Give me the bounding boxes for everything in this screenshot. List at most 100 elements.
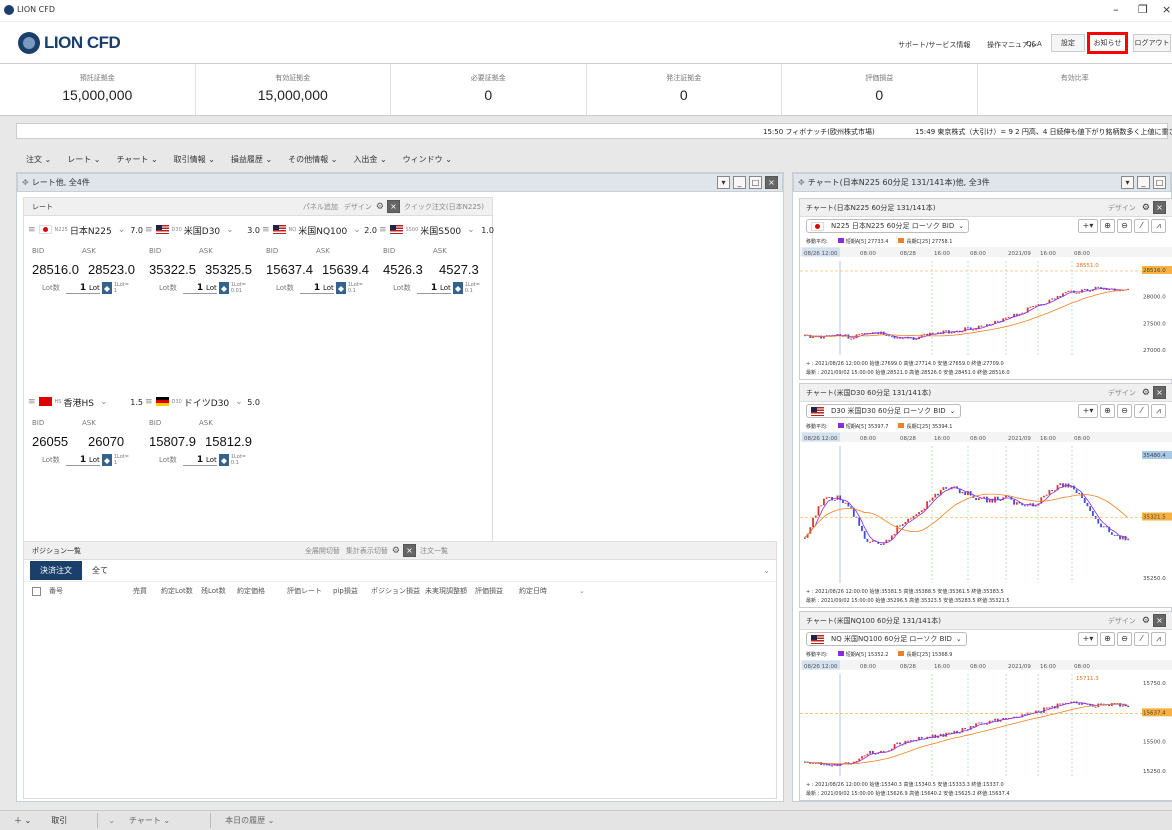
draw-line-icon[interactable]: ⁄ [1134,632,1149,646]
lot-stepper[interactable] [452,282,463,294]
chevron-down-icon[interactable]: ⌄ [226,225,234,235]
gear-icon[interactable]: ⚙ [1142,203,1150,213]
panel-close-icon[interactable]: × [765,176,778,189]
column-header[interactable]: 残Lot数 [201,586,237,596]
menu-item-trade-info[interactable]: 取引情報 ⌄ [174,154,215,165]
chevron-down-icon[interactable]: ⌄ [353,225,361,235]
column-header[interactable]: ポジション損益 [371,586,425,596]
tab-today-history[interactable]: 本日の履歴 ⌄ [221,813,314,828]
qa-link[interactable]: Q&A [1026,40,1042,48]
notice-button[interactable]: お知らせ [1087,32,1128,54]
crosshair-icon[interactable]: +▾ [1078,404,1098,418]
design-link[interactable]: デザイン [1108,616,1136,626]
panel-minimize-icon[interactable]: _ [733,176,746,189]
column-header[interactable]: 約定日時 [519,586,579,596]
close-icon[interactable]: × [386,200,400,213]
bid-price[interactable]: 15807.9 [149,434,196,449]
menu-icon[interactable]: ≡ [262,225,270,235]
close-icon[interactable]: × [1153,201,1166,214]
close-icon[interactable]: × [1153,614,1166,627]
column-header[interactable]: 約定価格 [237,586,287,596]
ask-price[interactable]: 15639.4 [322,262,369,277]
select-all-checkbox[interactable] [32,586,41,596]
news-item[interactable]: 15:49 東京株式（大引け）= 9 2 円高、4 日続伸も値下がり銘柄数多く上… [915,127,1172,137]
crosshair-icon[interactable]: +▾ [1078,632,1098,646]
menu-icon[interactable]: ≡ [28,397,36,407]
add-tab-icon[interactable]: ＋ ⌄ [14,815,31,826]
column-header[interactable]: 評価レート [287,586,333,596]
chart-symbol-select[interactable]: N225 日本N225 60分足 ローソク BID ⌄ [806,219,970,233]
panel-menu-icon[interactable]: ▾ [717,176,730,189]
price-chart[interactable]: 08/26 12:00 08:00 08/28 16:00 08:00 2021/09 16… [800,660,1172,780]
close-icon[interactable]: × [1153,386,1166,399]
rate-tile-hs[interactable]: ≡ HS 香港HS ⌄ 1.5 BID ASK 26055 26070 Lot数 1 Lot 1Lot… [28,394,143,494]
zoom-in-icon[interactable]: ⊕ [1100,404,1115,418]
chart-symbol-select[interactable]: NQ 米国NQ100 60分足 ローソク BID ⌄ [806,632,967,646]
restore-icon[interactable]: ❐ [1138,3,1148,16]
column-header[interactable]: 売買 [133,586,161,596]
gear-icon[interactable]: ⚙ [1142,616,1150,626]
panel-drag-icon[interactable]: ✥ [22,178,29,187]
symbol-name[interactable]: ドイツD30 [184,396,229,409]
menu-item-deposit[interactable]: 入出金 ⌄ [353,154,386,165]
chevron-down-icon[interactable]: ⌄ [108,816,115,825]
position-filter-select[interactable]: 全て [92,565,763,576]
menu-icon[interactable]: ≡ [28,225,36,235]
column-header[interactable]: 番号 [49,586,133,596]
menu-icon[interactable]: ≡ [145,225,153,235]
indicator-icon[interactable]: ⩘ [1151,632,1166,646]
lot-quantity-input[interactable]: 1 Lot [182,455,217,466]
chevron-down-icon[interactable]: ⌄ [118,225,126,235]
rate-tile-d30[interactable]: ≡ D30 ドイツD30 ⌄ 5.0 BID ASK 15807.9 15812.9 Lot数 1 … [145,394,260,494]
zoom-out-icon[interactable]: ⊖ [1117,404,1132,418]
price-chart[interactable]: 08/26 12:00 08:00 08/28 16:00 08:00 2021/09 16… [800,247,1172,359]
rate-tile-s500[interactable]: ≡ S500 米国S500 ⌄ 1.0 BID ASK 4526.3 4527.3 Lot数 1 L… [379,222,494,322]
lot-quantity-input[interactable]: 1 Lot [416,283,451,294]
bid-price[interactable]: 4526.3 [383,262,423,277]
tab-chart[interactable]: チャート ⌄ [125,813,212,828]
draw-line-icon[interactable]: ⁄ [1134,404,1149,418]
tab-trade[interactable]: 取引 [41,813,99,828]
panel-minimize-icon[interactable]: _ [1137,176,1150,189]
menu-item-other[interactable]: その他情報 ⌄ [288,154,337,165]
lot-quantity-input[interactable]: 1 Lot [299,283,334,294]
support-link[interactable]: サポート/サービス情報 [898,40,970,50]
zoom-out-icon[interactable]: ⊖ [1117,219,1132,233]
bid-price[interactable]: 15637.4 [266,262,313,277]
orders-link[interactable]: 注文一覧 [420,546,448,556]
logout-button[interactable]: ログアウト [1133,34,1171,52]
menu-item-rate[interactable]: レート ⌄ [67,154,100,165]
chevron-down-icon[interactable]: ⌄ [467,225,475,235]
menu-item-chart[interactable]: チャート ⌄ [117,154,158,165]
gear-icon[interactable]: ⚙ [376,202,384,212]
design-link[interactable]: デザイン [1108,203,1136,213]
draw-line-icon[interactable]: ⁄ [1134,219,1149,233]
lot-quantity-input[interactable]: 1 Lot [182,283,217,294]
rate-tile-nq[interactable]: ≡ NQ 米国NQ100 ⌄ 2.0 BID ASK 15637.4 15639.4 Lot数 1 … [262,222,377,322]
news-ticker[interactable]: 15:50 フィボナッチ(欧州株式市場) 15:49 東京株式（大引け）= 9 … [16,123,1172,139]
design-link[interactable]: デザイン [344,202,372,212]
symbol-name[interactable]: 日本N225 [70,224,112,237]
menu-item-pnl-history[interactable]: 損益履歴 ⌄ [231,154,272,165]
indicator-icon[interactable]: ⩘ [1151,404,1166,418]
crosshair-icon[interactable]: +▾ [1078,219,1098,233]
add-panel-link[interactable]: パネル追加 [303,202,338,212]
indicator-icon[interactable]: ⩘ [1151,219,1166,233]
lot-stepper[interactable] [335,282,346,294]
design-link[interactable]: デザイン [1108,388,1136,398]
ask-price[interactable]: 26070 [88,434,124,449]
column-header[interactable]: 評価損益 [475,586,519,596]
column-header[interactable]: pip損益 [333,586,371,596]
panel-maximize-icon[interactable]: □ [749,176,762,189]
gear-icon[interactable]: ⚙ [392,546,400,556]
chevron-down-icon[interactable]: ⌄ [579,587,585,595]
ask-price[interactable]: 15812.9 [205,434,252,449]
lot-quantity-input[interactable]: 1 Lot [65,455,100,466]
symbol-name[interactable]: 香港HS [63,396,93,409]
news-item[interactable]: 15:50 フィボナッチ(欧州株式市場) [763,127,875,137]
chevron-down-icon[interactable]: ⌄ [100,397,108,407]
lot-stepper[interactable] [101,282,112,294]
panel-maximize-icon[interactable]: □ [1153,176,1166,189]
sum-toggle[interactable]: 集計表示切替 [346,546,388,556]
rate-tile-n225[interactable]: ≡ N225 日本N225 ⌄ 7.0 BID ASK 28516.0 28523.0 Lot数 1… [28,222,143,322]
